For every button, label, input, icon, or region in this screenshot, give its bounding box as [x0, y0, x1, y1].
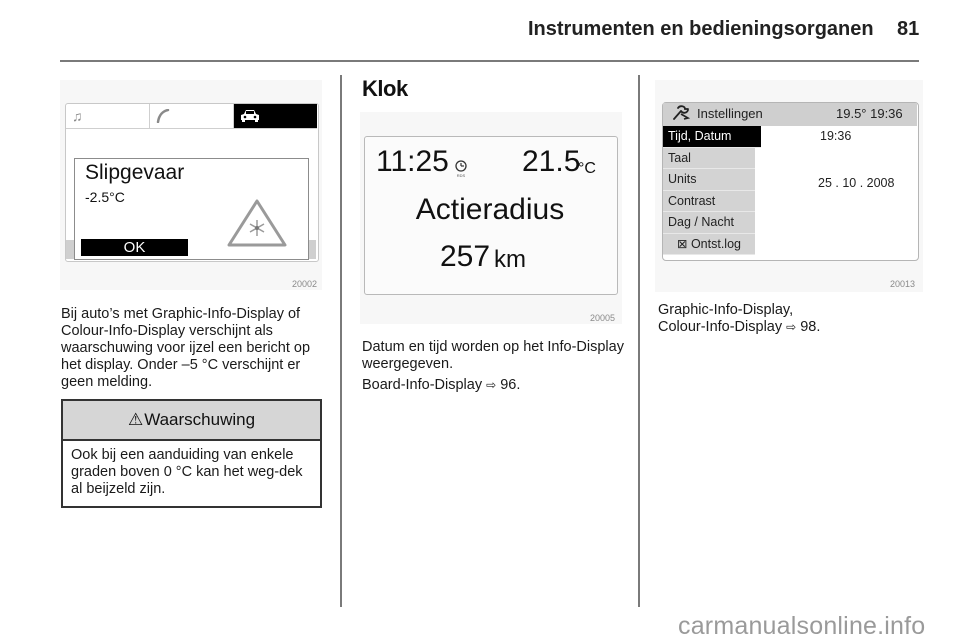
- display-tabs: ♫: [66, 104, 317, 129]
- outside-temperature: 21.5: [522, 145, 581, 178]
- settings-wrench-icon: [673, 105, 690, 120]
- scroll-indicator: [66, 240, 74, 259]
- ok-button[interactable]: OK: [81, 239, 188, 256]
- warning-box: ⚠ Waarschuwing Ook bij een aanduiding va…: [61, 399, 322, 508]
- menu-item-contrast[interactable]: Contrast: [663, 190, 755, 212]
- temperature-unit: °C: [578, 160, 596, 177]
- date-value: 25 . 10 . 2008: [818, 176, 895, 190]
- figure-id: 20005: [590, 313, 616, 323]
- clock-time: 11:25: [376, 145, 449, 178]
- warning-header: ⚠ Waarschuwing: [63, 401, 320, 441]
- message-title: Slipgevaar: [85, 161, 185, 184]
- message-temperature: -2.5°C: [85, 189, 125, 205]
- page-reference-arrow-icon: ⇨: [486, 378, 497, 392]
- section-heading-klok: Klok: [362, 76, 408, 101]
- menu-item-ontst-log[interactable]: ⊠ Ontst.log: [663, 233, 755, 255]
- menu-item-time-date[interactable]: Tijd, Datum: [663, 126, 761, 148]
- rds-clock-icon: RDS: [455, 160, 467, 178]
- warning-text: Ook bij een aanduiding van enkele graden…: [71, 447, 303, 497]
- column-divider: [638, 75, 640, 607]
- reference-line: Graphic-Info-Display,: [658, 302, 794, 318]
- column-divider: [340, 75, 342, 607]
- warning-triangle-icon: ⚠: [127, 410, 144, 429]
- range-unit: km: [494, 246, 526, 273]
- svg-text:RDS: RDS: [457, 173, 466, 178]
- watermark: carmanualsonline.info: [678, 612, 926, 640]
- menu-item-units[interactable]: Units: [663, 169, 755, 191]
- paragraph-date-time: Datum en tijd worden op het Info-Display…: [362, 339, 624, 372]
- settings-title: Instellingen: [697, 106, 763, 121]
- reference-page[interactable]: 96.: [500, 377, 520, 393]
- header-rule: [60, 60, 919, 62]
- warning-title: Waarschuwing: [144, 410, 256, 429]
- section-title: Instrumenten en bedieningsorganen: [528, 18, 874, 40]
- page-number: 81: [897, 18, 920, 40]
- reference-board-info: Board-Info-Display ⇨ 96.: [362, 377, 632, 394]
- reference-text: Colour-Info-Display: [658, 319, 783, 335]
- phone-icon: [150, 104, 234, 128]
- scroll-indicator: [308, 240, 316, 259]
- snowflake-warning-icon: [227, 199, 287, 247]
- figure-id: 20002: [292, 279, 318, 289]
- reference-colour-info: Graphic-Info-Display, Colour-Info-Displa…: [658, 302, 928, 336]
- reference-page[interactable]: 98.: [800, 319, 820, 335]
- settings-menu: Tijd, Datum Taal Units Contrast Dag / Na…: [663, 126, 761, 255]
- paragraph-ice-warning: Bij auto’s met Graphic-Info-Display of C…: [61, 306, 311, 390]
- settings-status: 19.5° 19:36: [836, 106, 903, 121]
- range-value: 257: [440, 240, 491, 273]
- page-reference-arrow-icon: ⇨: [786, 320, 797, 334]
- time-value: 19:36: [820, 129, 852, 143]
- menu-item-day-night[interactable]: Dag / Nacht: [663, 212, 755, 234]
- reference-text: Board-Info-Display: [362, 377, 483, 393]
- range-label: Actieradius: [415, 193, 565, 226]
- menu-item-language[interactable]: Taal: [663, 147, 755, 169]
- car-icon: [234, 104, 317, 128]
- figure-id: 20013: [890, 279, 916, 289]
- music-note-icon: ♫: [66, 104, 150, 128]
